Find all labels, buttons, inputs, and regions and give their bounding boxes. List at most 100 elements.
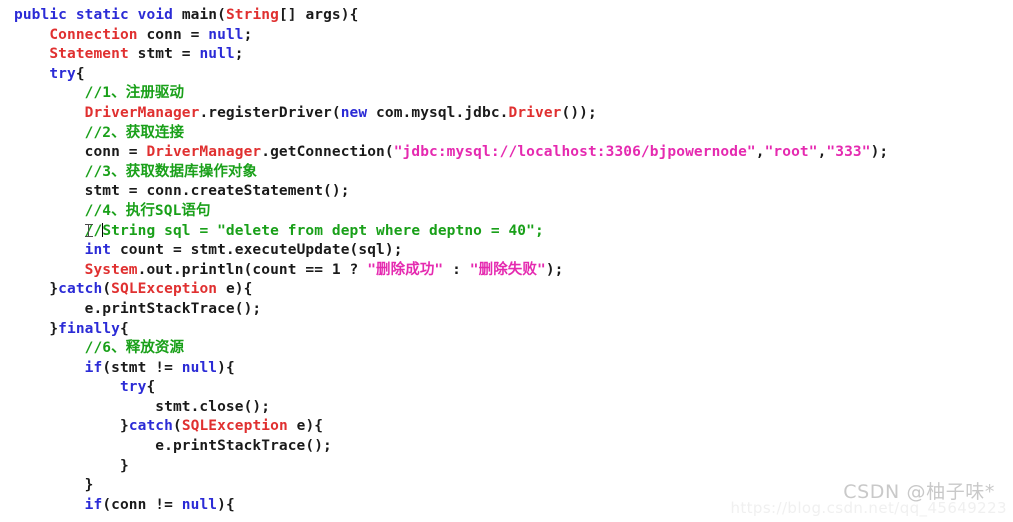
- code-line[interactable]: if(stmt != null){: [14, 359, 888, 379]
- code-token-pln: .registerDriver(: [199, 104, 341, 121]
- code-token-cmt: String sql = "delete from dept where dep…: [102, 222, 544, 239]
- code-token-pln: ){: [217, 496, 235, 513]
- code-token-kw: try: [119, 379, 147, 396]
- code-token-pln: stmt = conn.createStatement();: [84, 183, 350, 200]
- code-line[interactable]: e.printStackTrace();: [14, 300, 888, 320]
- code-line[interactable]: //1、注册驱动: [14, 84, 888, 104]
- code-token-kw: new: [340, 104, 368, 121]
- code-token-kw: if: [84, 359, 103, 376]
- code-line[interactable]: }: [14, 476, 888, 496]
- code-token-pln: }: [84, 477, 94, 494]
- code-line[interactable]: }catch(SQLException e){: [14, 280, 888, 300]
- code-editor-canvas[interactable]: public static void main(String[] args){ …: [0, 0, 1013, 522]
- code-line[interactable]: System.out.println(count == 1 ? "删除成功" :…: [14, 261, 888, 281]
- code-token-pln: conn =: [84, 144, 147, 161]
- code-line[interactable]: stmt.close();: [14, 398, 888, 418]
- code-token-cmt: //4、执行SQL语句: [84, 202, 211, 219]
- code-token-cmt: //: [84, 222, 103, 239]
- code-line[interactable]: try{: [14, 65, 888, 85]
- code-token-kw: null: [181, 496, 218, 513]
- code-line[interactable]: DriverManager.registerDriver(new com.mys…: [14, 104, 888, 124]
- code-token-str: "jdbc:mysql://localhost:3306/bjpowernode…: [393, 144, 756, 161]
- code-token-pln: ,: [755, 144, 765, 161]
- code-token-pln: (stmt !=: [102, 359, 182, 376]
- code-line[interactable]: try{: [14, 378, 888, 398]
- code-token-str: "root": [764, 144, 818, 161]
- code-line[interactable]: Connection conn = null;: [14, 26, 888, 46]
- code-line[interactable]: conn = DriverManager.getConnection("jdbc…: [14, 143, 888, 163]
- code-token-pln: [129, 7, 138, 23]
- code-token-kw: try: [49, 65, 76, 82]
- code-token-pln: }: [49, 320, 59, 337]
- code-token-cls: Statement: [49, 46, 129, 63]
- code-token-pln: com.mysql.jdbc.: [367, 104, 509, 121]
- code-token-kw: catch: [58, 281, 103, 298]
- source-code-block[interactable]: public static void main(String[] args){ …: [14, 6, 888, 515]
- code-token-pln: (: [172, 418, 182, 435]
- code-line[interactable]: }catch(SQLException e){: [14, 417, 888, 437]
- code-line[interactable]: //4、执行SQL语句: [14, 202, 888, 222]
- code-line[interactable]: public static void main(String[] args){: [14, 6, 888, 26]
- code-token-str: "删除失败": [469, 261, 546, 278]
- code-token-kw: null: [208, 26, 244, 43]
- code-line[interactable]: Statement stmt = null;: [14, 45, 888, 65]
- code-line[interactable]: //6、释放资源: [14, 339, 888, 359]
- code-token-pln: e){: [287, 418, 324, 435]
- code-line[interactable]: stmt = conn.createStatement();: [14, 182, 888, 202]
- code-token-kw: public: [14, 7, 67, 23]
- code-token-kw: int: [84, 242, 112, 259]
- code-token-cmt: //1、注册驱动: [84, 85, 185, 102]
- code-token-cls: DriverManager: [146, 144, 262, 161]
- code-token-pln: e.printStackTrace();: [84, 300, 262, 317]
- code-token-cls: System: [84, 261, 138, 278]
- code-token-kw: void: [137, 7, 173, 23]
- code-token-cls: Driver: [508, 104, 562, 121]
- code-token-pln: ());: [561, 104, 597, 121]
- code-token-cmt: //6、释放资源: [84, 340, 185, 357]
- code-line[interactable]: if(conn != null){: [14, 496, 888, 516]
- code-token-str: "333": [826, 144, 871, 161]
- code-token-cls: DriverManager: [84, 104, 200, 121]
- code-token-pln: }: [119, 457, 129, 474]
- code-token-pln: conn =: [137, 26, 209, 43]
- code-token-cls: SQLException: [181, 418, 288, 435]
- code-token-pln: e.printStackTrace();: [155, 438, 332, 455]
- code-line[interactable]: //String sql = "delete from dept where d…: [14, 222, 888, 242]
- code-token-pln: {: [75, 65, 85, 82]
- code-token-pln: }: [119, 418, 129, 435]
- code-token-pln: [] args){: [278, 7, 359, 23]
- code-token-pln: {: [146, 379, 156, 396]
- code-token-kw: null: [199, 46, 235, 63]
- code-token-kw: null: [181, 359, 218, 376]
- code-token-cls: Connection: [49, 26, 138, 43]
- code-token-pln: {: [119, 320, 129, 337]
- code-line[interactable]: //2、获取连接: [14, 124, 888, 144]
- code-token-kw: finally: [58, 320, 120, 337]
- code-token-pln: .getConnection(: [261, 144, 394, 161]
- code-line[interactable]: //3、获取数据库操作对象: [14, 163, 888, 183]
- code-token-cls: String: [225, 7, 279, 23]
- code-line[interactable]: int count = stmt.executeUpdate(sql);: [14, 241, 888, 261]
- code-line[interactable]: }finally{: [14, 320, 888, 340]
- code-token-pln: stmt =: [128, 46, 200, 63]
- code-token-pln: );: [870, 144, 889, 161]
- code-line[interactable]: e.printStackTrace();: [14, 437, 888, 457]
- code-line[interactable]: }: [14, 457, 888, 477]
